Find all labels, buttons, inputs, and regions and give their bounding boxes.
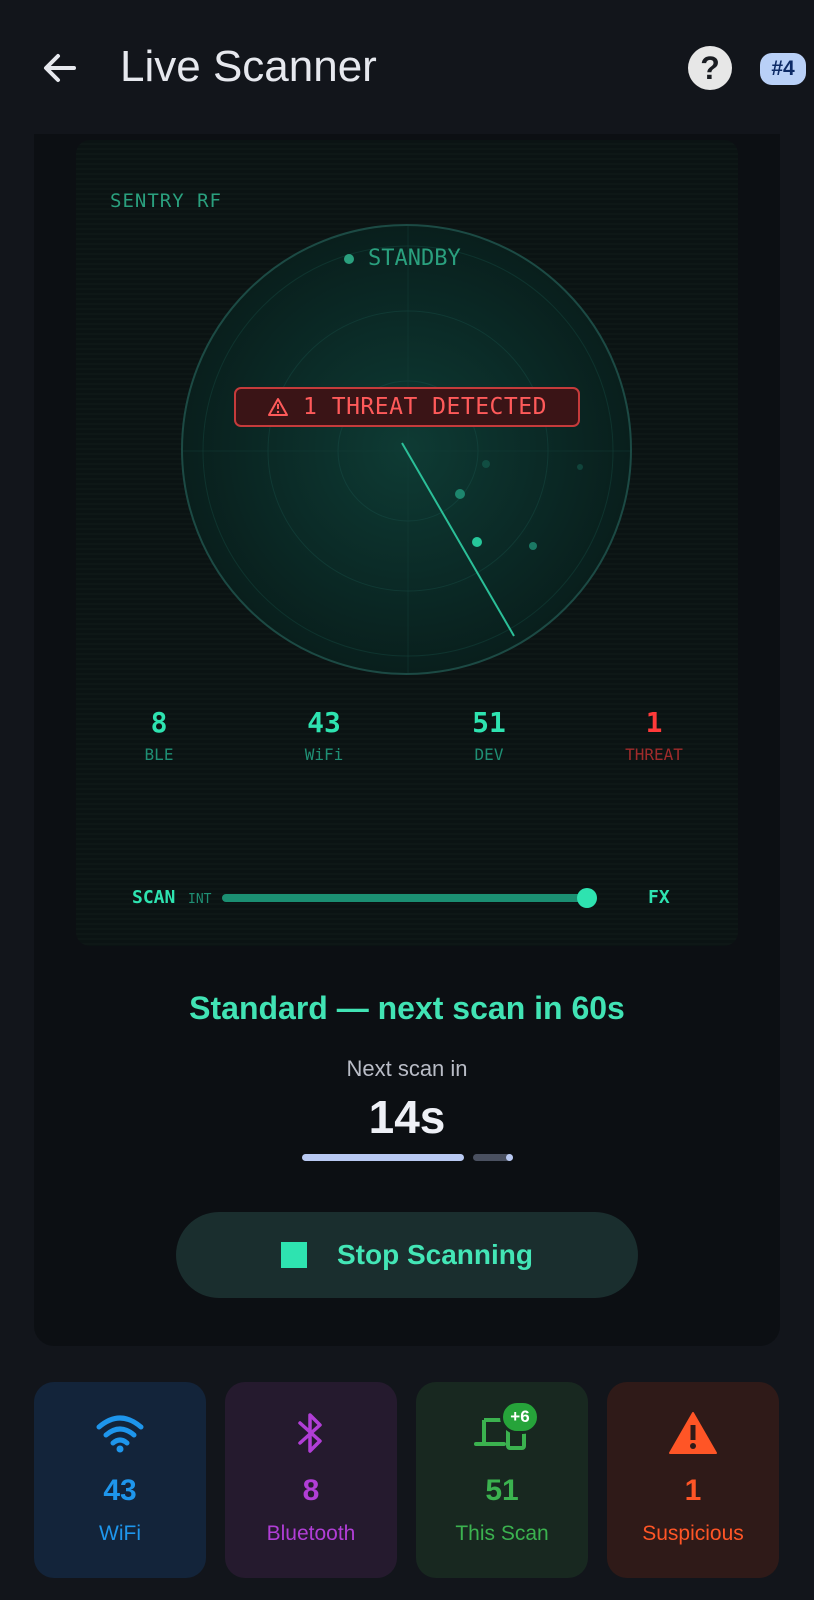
- tile-value: 8: [302, 1474, 320, 1507]
- countdown-progress-end: [506, 1154, 513, 1161]
- tile-value: 43: [103, 1474, 137, 1507]
- warning-icon: [268, 398, 289, 416]
- scan-mode-text: Standard — next scan in 60s: [189, 990, 625, 1026]
- radar-graphic: [183, 226, 630, 673]
- help-button[interactable]: ?: [688, 46, 732, 90]
- warning-triangle-icon: [669, 1412, 717, 1454]
- back-button[interactable]: [36, 44, 84, 92]
- tile-label: WiFi: [99, 1522, 141, 1545]
- radar-blip: [455, 489, 465, 499]
- tile-value: 51: [485, 1474, 519, 1507]
- tile-label: Bluetooth: [266, 1522, 356, 1545]
- wifi-tile[interactable]: 43 WiFi: [34, 1382, 206, 1578]
- threat-banner-text: 1 THREAT DETECTED: [303, 394, 547, 420]
- countdown-value: 14s: [368, 1091, 446, 1143]
- bluetooth-tile[interactable]: 8 Bluetooth: [225, 1382, 397, 1578]
- stat-value: 1: [645, 706, 663, 739]
- stat-threat: 1 THREAT: [594, 706, 714, 764]
- next-scan-label: Next scan in: [346, 1056, 468, 1081]
- radar-blip: [482, 460, 490, 468]
- tile-label: Suspicious: [642, 1522, 744, 1545]
- stop-square-icon: [281, 1242, 307, 1268]
- radar-display: [181, 224, 632, 675]
- new-devices-badge: +6: [500, 1400, 540, 1434]
- fx-label: FX: [648, 887, 670, 908]
- suspicious-tile[interactable]: 1 Suspicious: [607, 1382, 779, 1578]
- tile-icon-wrap: [225, 1408, 397, 1458]
- stat-label: THREAT: [625, 745, 683, 764]
- stat-label: WiFi: [304, 745, 344, 764]
- scanner-status: STANDBY: [344, 246, 461, 271]
- stat-value: 51: [472, 706, 506, 739]
- scan-interval-slider[interactable]: [222, 894, 590, 902]
- scan-label: SCAN: [132, 887, 176, 908]
- countdown-progress-fill: [302, 1154, 464, 1161]
- stat-value: 8: [150, 706, 168, 739]
- stop-scanning-label: Stop Scanning: [337, 1239, 533, 1270]
- radar-blip: [472, 537, 482, 547]
- scan-interval-control: SCAN INT FX: [132, 880, 692, 916]
- this-scan-tile[interactable]: +6 51 This Scan: [416, 1382, 588, 1578]
- stat-ble: 8 BLE: [99, 706, 219, 764]
- radar-blip: [529, 542, 537, 550]
- threat-banner[interactable]: 1 THREAT DETECTED: [234, 387, 580, 427]
- stat-devices: 51 DEV: [429, 706, 549, 764]
- stat-value: 43: [307, 706, 341, 739]
- tile-icon-wrap: [34, 1408, 206, 1458]
- brand-label: SENTRY RF: [110, 190, 222, 212]
- tile-label: This Scan: [455, 1522, 549, 1545]
- app-header: Live Scanner ? #4: [0, 0, 814, 134]
- tile-value: 1: [684, 1474, 702, 1507]
- tile-icon-wrap: [607, 1408, 779, 1458]
- stat-label: DEV: [474, 745, 504, 764]
- bluetooth-icon: [298, 1413, 322, 1453]
- page-title: Live Scanner: [120, 42, 377, 91]
- stop-scanning-button[interactable]: Stop Scanning: [176, 1212, 638, 1298]
- wifi-icon: [96, 1415, 144, 1453]
- status-dot: [344, 253, 354, 264]
- stat-wifi: 43 WiFi: [264, 706, 384, 764]
- stat-label: BLE: [144, 745, 174, 764]
- session-tag-badge[interactable]: #4: [760, 53, 806, 85]
- scan-int-label: INT: [188, 892, 212, 907]
- slider-thumb[interactable]: [577, 888, 597, 908]
- radar-blip: [577, 464, 583, 470]
- arrow-left-icon: [44, 54, 76, 82]
- status-text: STANDBY: [368, 246, 461, 271]
- radar-sweep-line: [401, 442, 515, 637]
